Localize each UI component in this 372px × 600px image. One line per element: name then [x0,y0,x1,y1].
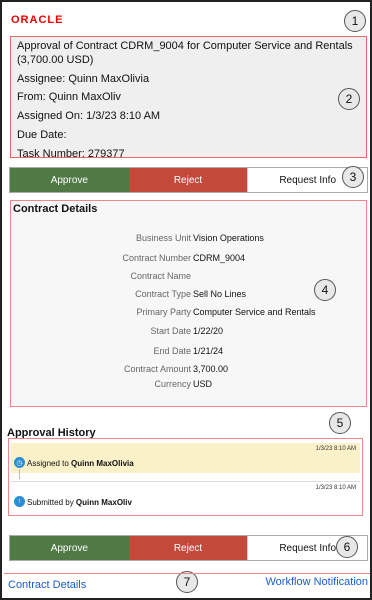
field-value: Computer Service and Rentals [193,307,316,317]
field-label: Contract Amount [123,364,191,374]
assigned-on-text: Assigned On: 1/3/23 8:10 AM [17,110,161,122]
field-value: CDRM_9004 [193,253,246,263]
callout-5: 5 [329,412,351,434]
task-number-text: Task Number: 279377 [17,147,125,160]
callout-4: 4 [314,279,336,301]
history-time: 1/3/23 8:10 AM [315,485,356,491]
notification-frame: ORACLE 1 Approval of Contract CDRM_9004 … [0,0,372,600]
field-label: Primary Party [136,307,191,317]
field-value: USD [193,379,213,389]
field-start-date: Start Date 1/22/20 [11,326,368,340]
approve-button[interactable]: Approve [10,168,129,192]
field-label: Contract Number [122,253,191,263]
footer-links: Contract Details Workflow Notification [4,573,370,595]
approval-history-list: 1/3/23 8:10 AM ◷ Assigned to Quinn MaxOl… [8,438,363,516]
history-user: Quinn MaxOlivia [71,459,134,468]
top-action-bar: Approve Reject Request Info [9,167,368,193]
field-contract-number: Contract Number CDRM_9004 [11,253,368,267]
callout-3: 3 [342,166,364,188]
field-business-unit: Business Unit Vision Operations [11,233,368,247]
field-value: Sell No Lines [193,289,247,299]
field-primary-party: Primary Party Computer Service and Renta… [11,307,368,321]
field-currency: Currency USD [11,379,368,393]
approval-summary: Approval of Contract CDRM_9004 for Compu… [10,36,367,160]
bottom-action-bar: Approve Reject Request Info [9,535,368,561]
from-text: From: Quinn MaxOliv [17,91,121,104]
contract-details-section: Contract Details Business Unit Vision Op… [10,200,367,407]
field-contract-amount: Contract Amount 3,700.00 [11,364,368,378]
history-text: Submitted by Quinn MaxOliv [27,498,132,507]
workflow-notification-link[interactable]: Workflow Notification [266,576,369,588]
field-contract-name: Contract Name [11,271,368,285]
history-time: 1/3/23 8:10 AM [315,446,356,452]
field-label: Currency [154,379,191,389]
field-label: End Date [153,346,191,356]
field-value: 1/22/20 [193,326,224,336]
field-label: Start Date [150,326,191,336]
history-item-assigned: 1/3/23 8:10 AM ◷ Assigned to Quinn MaxOl… [11,443,360,479]
due-date-text: Due Date: [17,128,67,141]
reject-button-bottom[interactable]: Reject [128,536,248,560]
history-text: Assigned to Quinn MaxOlivia [27,459,134,468]
callout-2: 2 [338,88,360,110]
field-end-date: End Date 1/21/24 [11,346,368,360]
assignee-text: Assignee: Quinn MaxOlivia [17,72,150,85]
field-value: 3,700.00 [193,364,229,374]
contract-details-title: Contract Details [13,203,98,215]
contract-details-link[interactable]: Contract Details [8,579,86,591]
reject-button[interactable]: Reject [128,168,248,192]
field-value: Vision Operations [193,233,264,243]
history-user: Quinn MaxOliv [75,498,132,507]
approval-title: Approval of Contract CDRM_9004 for Compu… [17,40,353,66]
clock-icon: ◷ [14,457,25,468]
oracle-logo: ORACLE [11,14,64,26]
arrow-up-icon: ↑ [14,496,25,507]
history-item-submitted: 1/3/23 8:10 AM ↑ Submitted by Quinn MaxO… [11,481,360,509]
field-label: Contract Type [135,289,191,299]
field-label: Contract Name [130,271,191,281]
callout-6: 6 [336,536,358,558]
field-value: 1/21/24 [193,346,224,356]
callout-1: 1 [344,10,366,32]
field-label: Business Unit [135,233,191,243]
approve-button-bottom[interactable]: Approve [10,536,129,560]
timeline-connector [19,469,20,479]
